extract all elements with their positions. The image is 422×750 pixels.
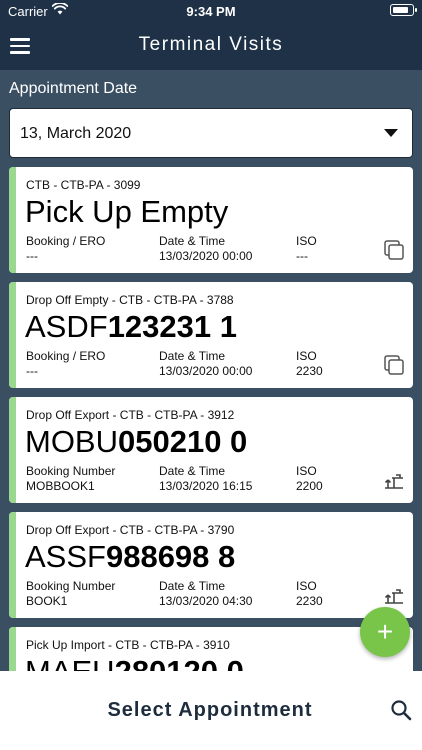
- datetime-label: Date & Time: [159, 579, 226, 593]
- datetime-value: 13/03/2020 16:15: [159, 479, 253, 493]
- status-bar: Carrier 9:34 PM: [0, 0, 422, 22]
- iso-value: 2230: [296, 594, 323, 608]
- appointment-date-label: Appointment Date: [9, 80, 138, 97]
- card-container-number: MOBU050210 0: [25, 424, 248, 459]
- iso-value: 2230: [296, 364, 323, 378]
- card-subtitle: Drop Off Export - CTB - CTB-PA - 3912: [26, 408, 235, 422]
- iso-label: ISO: [296, 579, 317, 593]
- datetime-label: Date & Time: [159, 464, 226, 478]
- datetime-value: 13/03/2020 04:30: [159, 594, 253, 608]
- select-appointment-title[interactable]: Select Appointment: [0, 699, 420, 722]
- iso-value: 2200: [296, 479, 323, 493]
- booking-label: Booking Number: [26, 464, 116, 478]
- battery-icon: [390, 4, 417, 16]
- booking-value: ---: [26, 249, 38, 263]
- caret-down-icon: [384, 129, 398, 137]
- appointment-date-value: 13, March 2020: [20, 125, 132, 142]
- card-container-number: Pick Up Empty: [25, 194, 229, 229]
- page-title: Terminal Visits: [138, 34, 284, 55]
- iso-label: ISO: [296, 349, 317, 363]
- bottom-bar: Select Appointment: [0, 671, 422, 750]
- status-accent-bar: [9, 282, 16, 388]
- booking-label: Booking / ERO: [26, 349, 106, 363]
- add-appointment-button[interactable]: +: [360, 607, 410, 657]
- datetime-label: Date & Time: [159, 234, 226, 248]
- booking-value: ---: [26, 364, 38, 378]
- booking-label: Booking / ERO: [26, 234, 106, 248]
- card-subtitle: CTB - CTB-PA - 3099: [26, 178, 141, 192]
- appointment-card[interactable]: Drop Off Export - CTB - CTB-PA - 3912 MO…: [9, 397, 413, 503]
- export-ship-icon: [384, 474, 403, 489]
- search-icon[interactable]: [390, 699, 412, 721]
- appointment-date-select[interactable]: 13, March 2020: [9, 108, 413, 158]
- card-container-number: ASDF123231 1: [25, 309, 237, 344]
- booking-value: BOOK1: [26, 594, 68, 608]
- iso-value: ---: [296, 249, 308, 263]
- appointment-card[interactable]: CTB - CTB-PA - 3099 Pick Up Empty Bookin…: [9, 167, 413, 273]
- status-time: 9:34 PM: [186, 4, 236, 19]
- card-subtitle: Pick Up Import - CTB - CTB-PA - 3910: [26, 638, 230, 652]
- booking-value: MOBBOOK1: [26, 479, 95, 493]
- datetime-value: 13/03/2020 00:00: [159, 364, 253, 378]
- datetime-value: 13/03/2020 00:00: [159, 249, 253, 263]
- screen: Carrier 9:34 PM Terminal Visits Appointm…: [0, 0, 422, 750]
- container-stack-icon: [384, 240, 404, 260]
- appointment-card[interactable]: Drop Off Empty - CTB - CTB-PA - 3788 ASD…: [9, 282, 413, 388]
- status-accent-bar: [9, 167, 16, 273]
- card-subtitle: Drop Off Export - CTB - CTB-PA - 3790: [26, 523, 235, 537]
- card-subtitle: Drop Off Empty - CTB - CTB-PA - 3788: [26, 293, 234, 307]
- iso-label: ISO: [296, 464, 317, 478]
- appointment-card[interactable]: Drop Off Export - CTB - CTB-PA - 3790 AS…: [9, 512, 413, 618]
- card-container-number: ASSF988698 8: [25, 539, 236, 574]
- booking-label: Booking Number: [26, 579, 116, 593]
- status-accent-bar: [9, 397, 16, 503]
- iso-label: ISO: [296, 234, 317, 248]
- export-ship-icon: [384, 589, 403, 604]
- status-accent-bar: [9, 512, 16, 618]
- container-stack-icon: [384, 355, 404, 375]
- datetime-label: Date & Time: [159, 349, 226, 363]
- header: Carrier 9:34 PM Terminal Visits: [0, 0, 422, 70]
